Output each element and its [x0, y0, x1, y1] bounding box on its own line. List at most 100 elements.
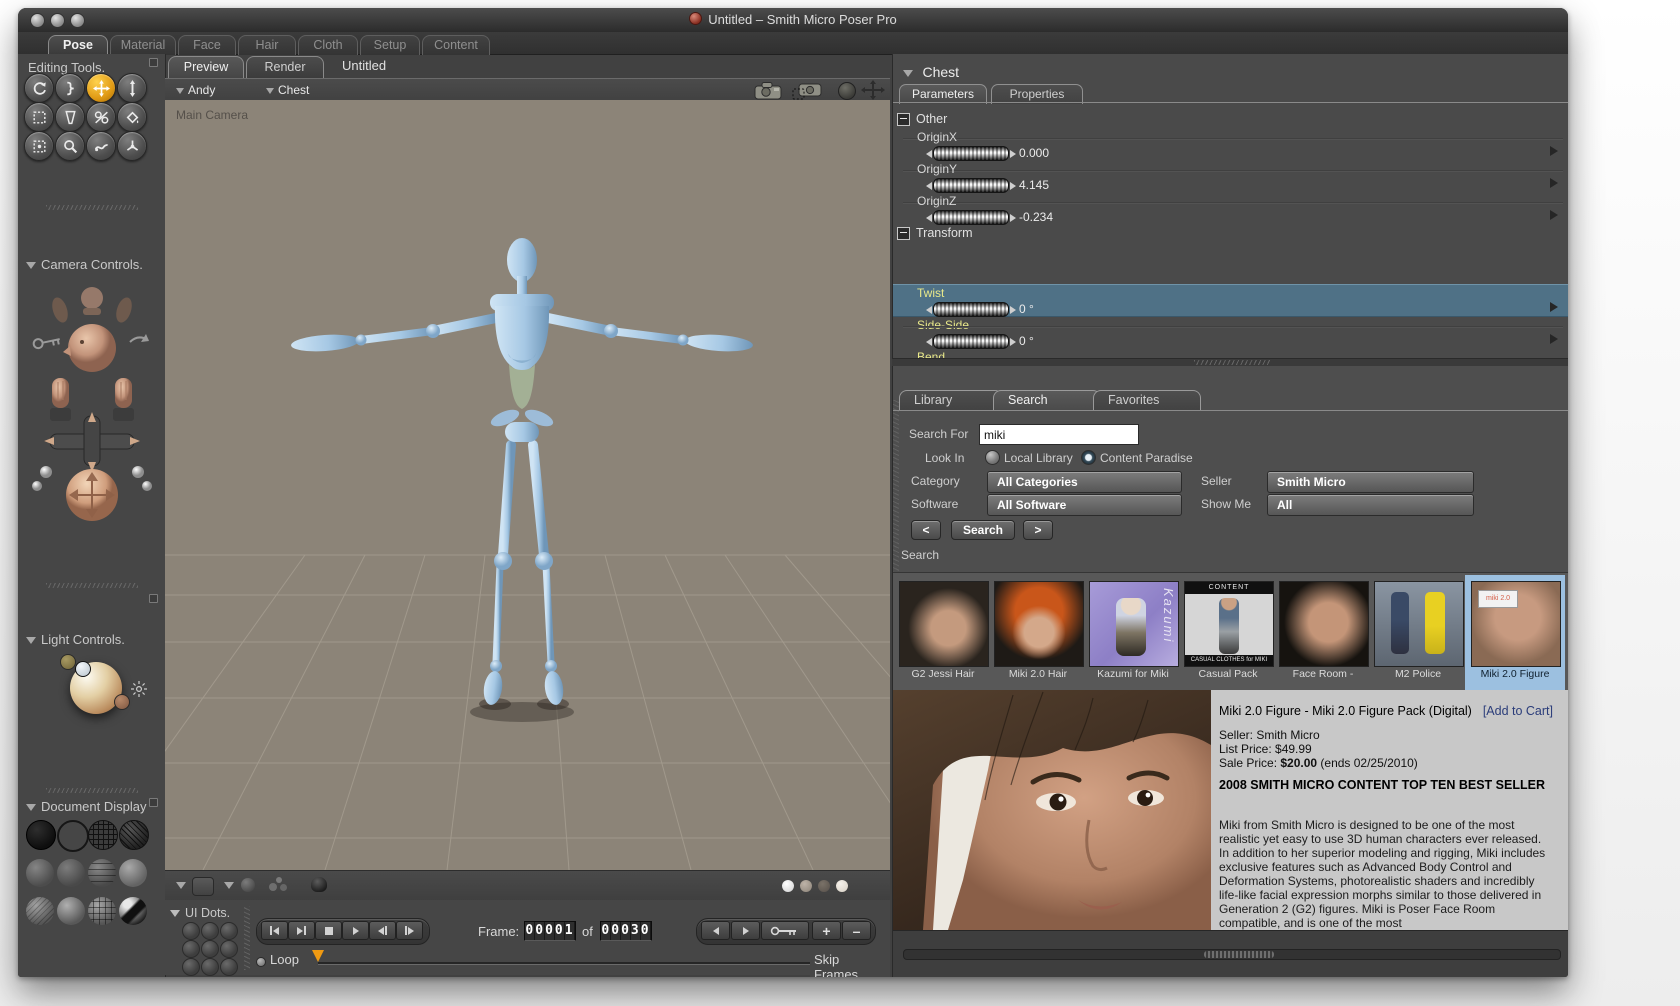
panel-resize-grip[interactable] [244, 906, 250, 970]
viewport[interactable]: Main Camera [165, 100, 890, 870]
step-back-button[interactable] [369, 921, 396, 940]
skip-frames-label[interactable]: Skip Frames [810, 952, 890, 977]
param-value[interactable]: 0.000 [1019, 146, 1049, 160]
depth-cue-ball-icon[interactable] [241, 878, 255, 892]
previous-keyframe-button[interactable] [701, 921, 730, 940]
play-button[interactable] [342, 921, 369, 940]
loop-indicator[interactable] [256, 957, 266, 967]
ui-dot[interactable] [201, 922, 219, 940]
add-to-cart-link[interactable]: [Add to Cart] [1483, 704, 1553, 718]
camera-flyaround-icon[interactable] [791, 80, 823, 101]
display-texture-shaded-button[interactable] [26, 897, 54, 925]
panel-resize-grip[interactable] [46, 205, 138, 210]
light-indicator-2[interactable] [75, 661, 91, 677]
display-hidden-line-button[interactable] [119, 820, 149, 850]
result-label[interactable]: Kazumi for Miki [1088, 668, 1178, 680]
display-outline-button[interactable] [57, 820, 89, 852]
display-flat-shaded-button[interactable] [57, 859, 85, 887]
ui-dot[interactable] [201, 940, 219, 958]
color-tool-button[interactable] [117, 102, 147, 132]
taper-tool-button[interactable] [55, 102, 85, 132]
collapse-box-icon[interactable] [897, 226, 910, 240]
local-library-radio[interactable] [985, 450, 1000, 465]
originz-dial[interactable] [926, 210, 1016, 225]
rotate-tool-button[interactable] [24, 73, 54, 103]
originy-dial[interactable] [926, 178, 1016, 193]
param-menu-arrow[interactable] [1550, 302, 1558, 312]
param-value[interactable]: 4.145 [1019, 178, 1049, 192]
document-display-header[interactable]: Document Display [26, 798, 147, 816]
horizontal-scrollbar[interactable] [903, 949, 1561, 960]
panel-resize-grip[interactable] [46, 788, 138, 793]
content-paradise-radio[interactable] [1081, 450, 1096, 465]
tab-favorites[interactable]: Favorites [1093, 390, 1201, 411]
collapse-box-icon[interactable] [897, 112, 910, 126]
actor-header[interactable]: Chest [903, 64, 959, 82]
delete-keyframe-button[interactable]: – [842, 921, 871, 940]
result-thumbnail[interactable] [994, 581, 1084, 667]
display-lit-wireframe-button[interactable] [26, 859, 54, 887]
result-thumbnail[interactable]: Kazumi [1089, 581, 1179, 667]
morphing-tool-button[interactable] [86, 131, 116, 161]
panel-corner-icon[interactable] [149, 798, 158, 807]
result-thumbnail[interactable] [899, 581, 989, 667]
display-silhouette-button[interactable] [26, 820, 56, 850]
result-label[interactable]: Casual Pack [1183, 668, 1273, 680]
camera-name-label[interactable]: Main Camera [176, 108, 248, 122]
prev-page-button[interactable]: < [911, 520, 941, 540]
camera-view-icon[interactable] [753, 80, 783, 100]
tab-search[interactable]: Search [993, 390, 1101, 411]
next-keyframe-button[interactable] [731, 921, 760, 940]
local-library-label[interactable]: Local Library [1004, 451, 1073, 465]
grouping-tool-button[interactable] [24, 131, 54, 161]
result-thumbnail[interactable] [1279, 581, 1369, 667]
result-label[interactable]: Miki 2.0 Hair [993, 668, 1083, 680]
ui-dot[interactable] [220, 940, 238, 958]
viewport-menu-triangle[interactable] [176, 882, 186, 889]
collapse-triangle-icon[interactable] [26, 262, 36, 269]
ui-dots-header[interactable]: UI Dots. [170, 904, 230, 922]
step-forward-button[interactable] [396, 921, 423, 940]
light-indicator-3[interactable] [114, 694, 130, 710]
edit-keyframes-button[interactable] [761, 921, 809, 940]
param-value[interactable]: -0.234 [1019, 210, 1053, 224]
seller-select[interactable]: Smith Micro [1267, 471, 1474, 493]
content-paradise-label[interactable]: Content Paradise [1100, 451, 1193, 465]
display-dot-3[interactable] [818, 880, 830, 892]
display-dot-2[interactable] [800, 880, 812, 892]
tab-material[interactable]: Material [110, 35, 176, 55]
stop-button[interactable] [315, 921, 342, 940]
ui-dot[interactable] [182, 958, 200, 976]
originx-dial[interactable] [926, 146, 1016, 161]
tab-cloth[interactable]: Cloth [298, 35, 358, 55]
light-indicator-1[interactable] [60, 654, 76, 670]
display-dot-1[interactable] [782, 880, 794, 892]
display-wireframe-button[interactable] [88, 820, 118, 850]
timeline-marker[interactable] [312, 950, 324, 962]
scrollbar-handle[interactable] [1204, 951, 1274, 958]
twist-dial[interactable] [926, 302, 1016, 317]
translate-in-out-tool-button[interactable] [117, 73, 147, 103]
view-magnifier-tool-button[interactable] [55, 131, 85, 161]
result-label[interactable]: Miki 2.0 Figure [1470, 668, 1560, 680]
camera-controls-graphic[interactable] [26, 276, 158, 522]
tab-library[interactable]: Library [899, 390, 1003, 411]
chain-break-tool-button[interactable] [86, 102, 116, 132]
tab-setup[interactable]: Setup [360, 35, 420, 55]
tab-content[interactable]: Content [422, 35, 490, 55]
param-value[interactable]: 0 ° [1019, 302, 1034, 316]
software-select[interactable]: All Software [987, 494, 1182, 516]
result-label[interactable]: M2 Police [1373, 668, 1463, 680]
result-thumbnail[interactable]: CONTENT CASUAL CLOTHES for MIKI [1184, 581, 1274, 667]
display-texture-button[interactable] [119, 897, 147, 925]
total-frames-counter[interactable]: 00030 [600, 921, 652, 941]
result-thumbnail[interactable] [1374, 581, 1464, 667]
search-button[interactable]: Search [951, 520, 1015, 540]
body-part-menu[interactable]: Chest [266, 83, 309, 97]
display-cartoon-button[interactable] [119, 859, 147, 887]
twist-tool-button[interactable] [55, 73, 85, 103]
ui-dot[interactable] [182, 922, 200, 940]
display-smooth-shaded-button[interactable] [57, 897, 85, 925]
display-smooth-lined-button[interactable] [88, 897, 116, 925]
show-me-select[interactable]: All [1267, 494, 1474, 516]
